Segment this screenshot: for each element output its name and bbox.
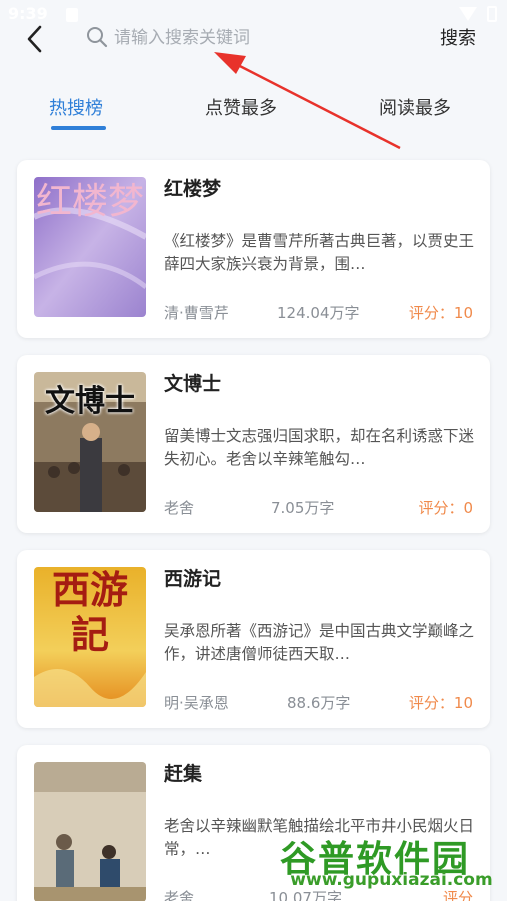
- search-button[interactable]: 搜索: [440, 24, 476, 50]
- book-author: 清·曹雪芹: [164, 304, 229, 322]
- search-header: 搜索: [0, 14, 507, 62]
- book-card-honglou[interactable]: 红楼梦 红楼梦 《红楼梦》是曹雪芹所著古典巨著，以贾史王薛四大家族兴衰为背景，围…: [17, 160, 490, 338]
- book-cover: 文博士: [34, 372, 146, 512]
- watermark-url: www.gupuxiazai.com: [290, 870, 493, 890]
- book-title: 赶集: [164, 763, 203, 785]
- chevron-left-icon: [27, 25, 42, 53]
- book-title: 西游记: [164, 568, 222, 590]
- book-description: 《红楼梦》是曹雪芹所著古典巨著，以贾史王薛四大家族兴衰为背景，围…: [164, 232, 474, 273]
- ranking-tabs: 热搜榜 点赞最多 阅读最多: [0, 84, 507, 134]
- tab-hot-search[interactable]: 热搜榜: [49, 94, 103, 120]
- search-icon: [87, 27, 108, 48]
- cover-title: 西游記: [51, 567, 128, 657]
- book-description: 留美博士文志强归国求职，却在名利诱惑下迷失初心。老舍以辛辣笔触勾…: [164, 427, 474, 468]
- cover-title: 文博士: [45, 384, 135, 419]
- book-score: 评分：10: [408, 694, 473, 712]
- book-title: 红楼梦: [164, 178, 222, 200]
- book-score: 评分：10: [408, 304, 473, 322]
- cover-title: 红楼梦: [35, 181, 144, 222]
- back-button[interactable]: [18, 22, 52, 56]
- book-card-xiyouji[interactable]: 西游記 西游记 吴承恩所著《西游记》是中国古典文学巅峰之作，讲述唐僧师徒西天取……: [17, 550, 490, 728]
- tab-most-liked[interactable]: 点赞最多: [205, 94, 277, 120]
- book-word-count: 7.05万字: [271, 499, 335, 517]
- book-title: 文博士: [164, 373, 222, 395]
- book-word-count: 124.04万字: [277, 304, 360, 322]
- active-tab-indicator: [51, 126, 106, 130]
- book-cover: [34, 762, 146, 901]
- book-score: 评分：0: [418, 499, 473, 517]
- book-author: 明·吴承恩: [164, 694, 229, 712]
- book-author: 老舍: [164, 889, 195, 901]
- book-description: 吴承恩所著《西游记》是中国古典文学巅峰之作，讲述唐僧师徒西天取…: [164, 622, 474, 663]
- book-cover: 西游記: [34, 567, 146, 707]
- book-cover: 红楼梦: [34, 177, 146, 317]
- search-input[interactable]: [114, 24, 414, 52]
- tab-most-read[interactable]: 阅读最多: [379, 94, 451, 120]
- book-card-wenboshi[interactable]: 文博士 文博士 留美博士文志强归国求职，却在名利诱惑下迷失初心。老舍以辛辣笔触勾…: [17, 355, 490, 533]
- book-author: 老舍: [164, 499, 195, 517]
- book-word-count: 88.6万字: [287, 694, 351, 712]
